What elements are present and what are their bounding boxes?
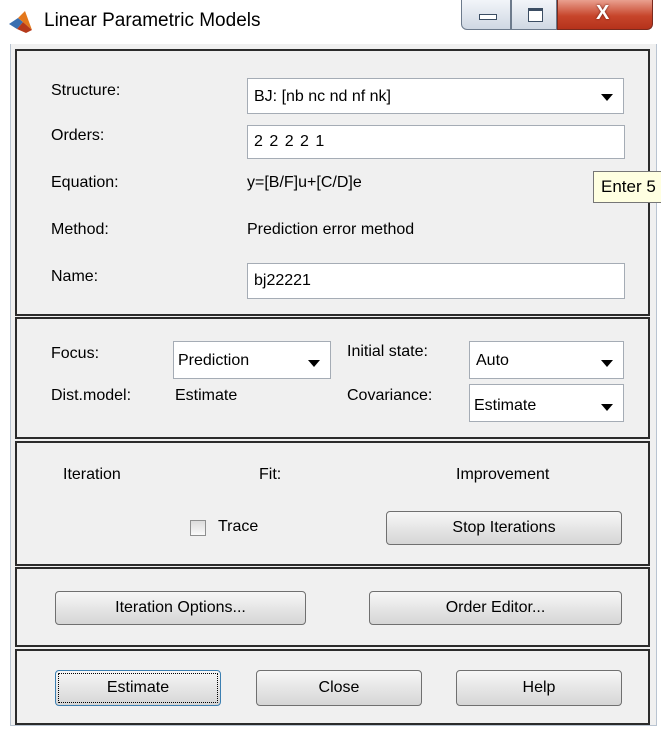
structure-select-value: BJ: [nb nc nd nf nk]	[254, 88, 391, 105]
chevron-down-icon	[601, 360, 613, 367]
structure-select[interactable]: BJ: [nb nc nd nf nk]	[247, 78, 624, 114]
iteration-options-button[interactable]: Iteration Options...	[55, 591, 306, 625]
chevron-down-icon	[308, 360, 320, 367]
chevron-down-icon	[601, 404, 613, 411]
orders-tooltip: Enter 5 integers: n	[593, 171, 661, 203]
close-window-button[interactable]: X	[557, 0, 653, 30]
name-label: Name:	[51, 268, 99, 285]
orders-input[interactable]: 2 2 2 2 1	[247, 125, 625, 159]
iteration-panel	[15, 441, 650, 566]
dist-model-value: Estimate	[175, 387, 238, 404]
maximize-button[interactable]	[511, 0, 557, 30]
close-icon: X	[596, 2, 610, 24]
initial-state-select[interactable]: Auto	[469, 341, 624, 379]
covariance-select[interactable]: Estimate	[469, 384, 624, 422]
close-button[interactable]: Close	[256, 670, 422, 706]
method-value: Prediction error method	[247, 221, 415, 238]
focus-select[interactable]: Prediction	[173, 341, 331, 379]
method-label: Method:	[51, 221, 109, 238]
help-button[interactable]: Help	[456, 670, 622, 706]
initial-state-label: Initial state:	[347, 343, 428, 360]
equation-label: Equation:	[51, 174, 119, 191]
fit-label: Fit:	[259, 466, 282, 483]
chevron-down-icon	[601, 94, 613, 101]
structure-label: Structure:	[51, 82, 121, 99]
stop-iterations-button[interactable]: Stop Iterations	[386, 511, 622, 545]
model-name-input[interactable]: bj22221	[247, 263, 625, 299]
minimize-button[interactable]	[461, 0, 511, 30]
focus-select-value: Prediction	[178, 352, 250, 369]
linear-parametric-models-window: Linear Parametric Models X Structure: BJ…	[0, 0, 661, 731]
dist-model-label: Dist.model:	[51, 387, 132, 404]
minimize-icon	[479, 14, 497, 20]
focus-label: Focus:	[51, 345, 100, 362]
improvement-label: Improvement	[456, 466, 550, 483]
covariance-label: Covariance:	[347, 387, 433, 404]
orders-label: Orders:	[51, 127, 105, 144]
initial-state-select-value: Auto	[476, 352, 509, 369]
trace-label[interactable]: Trace	[218, 518, 258, 536]
trace-checkbox[interactable]	[190, 520, 206, 536]
matlab-logo-icon	[9, 11, 32, 33]
equation-value: y=[B/F]u+[C/D]e	[247, 174, 362, 191]
order-editor-button[interactable]: Order Editor...	[369, 591, 622, 625]
window-title: Linear Parametric Models	[44, 10, 261, 31]
maximize-icon	[528, 8, 543, 22]
estimate-button[interactable]: Estimate	[55, 670, 221, 706]
covariance-select-value: Estimate	[474, 397, 537, 414]
iteration-label: Iteration	[63, 466, 121, 483]
title-bar[interactable]: Linear Parametric Models X	[0, 0, 661, 42]
